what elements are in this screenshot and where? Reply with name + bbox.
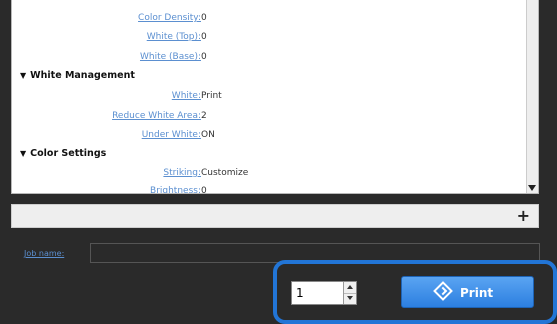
- job-name-label[interactable]: Job name:: [24, 249, 64, 258]
- white-base-label[interactable]: White (Base):: [21, 49, 201, 65]
- white-base-value: 0: [201, 52, 207, 62]
- striking-value: Customize: [201, 168, 249, 178]
- app-window: Color Density: 0 White (Top): 0 White (B…: [0, 0, 557, 324]
- white-top-label[interactable]: White (Top):: [21, 29, 201, 45]
- reduce-white-area-value: 2: [201, 111, 207, 121]
- copies-value[interactable]: 1: [296, 284, 304, 302]
- collapse-triangle-icon: ▼: [20, 149, 27, 158]
- row-color-density: Color Density: 0: [12, 10, 207, 26]
- section-color-settings[interactable]: ▼ Color Settings: [20, 146, 106, 162]
- scroll-down-arrow-icon[interactable]: [528, 185, 536, 191]
- color-density-label[interactable]: Color Density:: [21, 10, 201, 26]
- row-white-base: White (Base): 0: [12, 49, 207, 65]
- row-white: White: Print: [12, 88, 222, 104]
- white-value: Print: [201, 91, 222, 101]
- section-title: White Management: [30, 70, 135, 81]
- print-button[interactable]: Print: [401, 276, 534, 308]
- row-under-white: Under White: ON: [12, 127, 215, 143]
- row-reduce-white-area: Reduce White Area: 2: [12, 108, 207, 124]
- collapse-triangle-icon: ▼: [20, 71, 27, 80]
- decrement-arrow-icon[interactable]: [344, 293, 356, 304]
- copies-stepper[interactable]: 1: [291, 281, 357, 305]
- add-button[interactable]: +: [517, 206, 530, 226]
- spin-buttons[interactable]: [343, 282, 356, 304]
- print-button-label: Print: [460, 286, 494, 300]
- row-white-top: White (Top): 0: [12, 29, 207, 45]
- color-density-value: 0: [201, 13, 207, 23]
- print-diamond-arrow-icon: [433, 281, 453, 301]
- section-white-management[interactable]: ▼ White Management: [20, 68, 135, 84]
- under-white-value: ON: [201, 130, 215, 140]
- reduce-white-area-label[interactable]: Reduce White Area:: [21, 108, 201, 124]
- scrollbar[interactable]: [526, 0, 538, 193]
- brightness-value: 0: [201, 186, 207, 194]
- under-white-label[interactable]: Under White:: [21, 127, 201, 143]
- settings-panel: Color Density: 0 White (Top): 0 White (B…: [11, 0, 539, 194]
- brightness-label[interactable]: Brightness:: [21, 183, 201, 193]
- white-top-value: 0: [201, 32, 207, 42]
- print-button-content: Print: [433, 281, 494, 302]
- row-brightness: Brightness: 0: [12, 183, 207, 193]
- white-label[interactable]: White:: [21, 88, 201, 104]
- row-striking: Striking: Customize: [12, 165, 248, 181]
- striking-label[interactable]: Striking:: [21, 165, 201, 181]
- add-bar: +: [11, 204, 539, 228]
- section-title: Color Settings: [30, 148, 107, 159]
